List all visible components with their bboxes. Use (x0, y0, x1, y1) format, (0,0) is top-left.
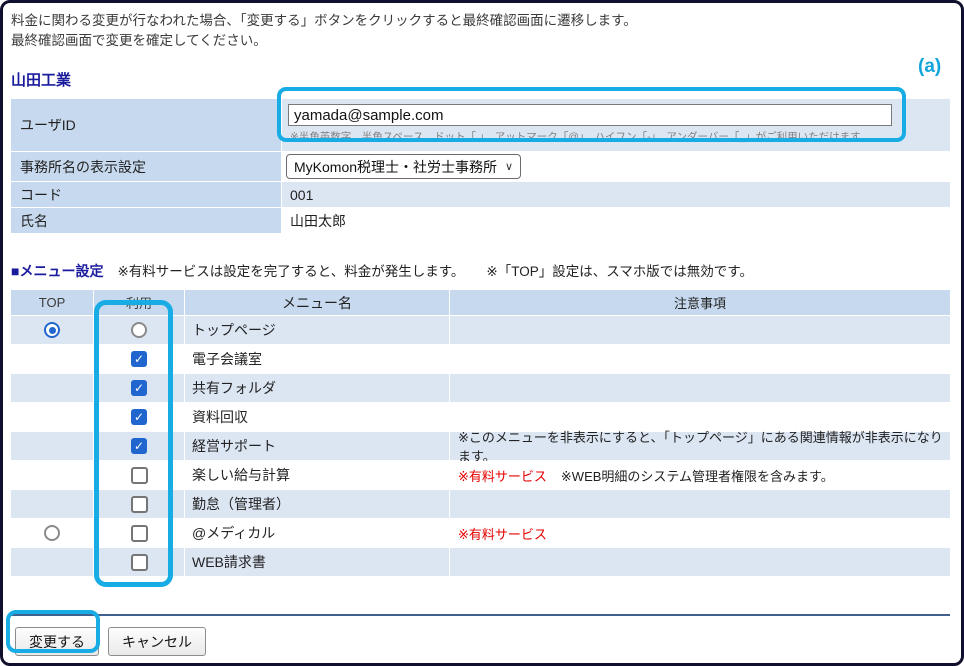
top-radio[interactable] (44, 322, 60, 338)
menu-name: トップページ (185, 316, 449, 344)
menu-note (450, 316, 950, 344)
company-name-heading: 山田工業 (11, 69, 950, 90)
paid-service-note: ※有料サービスは設定を完了すると、料金が発生します。 (117, 260, 464, 280)
instruction-line-1: 料金に関わる変更が行なわれた場合、「変更する」ボタンをクリックすると最終確認画面… (11, 11, 950, 31)
table-row: トップページ (11, 316, 950, 344)
use-checkbox[interactable] (131, 525, 148, 542)
menu-name: 共有フォルダ (185, 374, 449, 402)
menu-table: TOP 利用 メニュー名 注意事項 トップページ 電子会議室 共有フォルダ (11, 290, 950, 576)
button-row: 変更する キャンセル (11, 627, 950, 656)
top-setting-note: ※「TOP」設定は、スマホ版では無効です。 (486, 260, 753, 280)
office-display-value-cell: MyKomon税理士・社労士事務所 ∨ (282, 152, 950, 181)
use-checkbox[interactable] (131, 380, 147, 396)
menu-note (450, 548, 950, 576)
cancel-button[interactable]: キャンセル (108, 627, 206, 656)
menu-note (450, 345, 950, 373)
menu-name: WEB請求書 (185, 548, 449, 576)
chevron-down-icon: ∨ (505, 160, 513, 173)
userid-value-cell: ※半角英数字、半角スペース、ドット「.」、アットマーク「@」、ハイフン「-」、ア… (282, 99, 950, 151)
use-checkbox[interactable] (131, 554, 148, 571)
use-checkbox[interactable] (131, 496, 148, 513)
code-label: コード (11, 182, 281, 207)
menu-name: 経営サポート (185, 432, 449, 460)
menu-note (450, 490, 950, 518)
column-header-use: 利用 (94, 290, 184, 315)
menu-settings-header: ■メニュー設定 ※有料サービスは設定を完了すると、料金が発生します。 ※「TOP… (11, 260, 950, 281)
use-radio[interactable] (131, 322, 147, 338)
table-row: @メディカル ※有料サービス (11, 519, 950, 547)
use-checkbox[interactable] (131, 351, 147, 367)
column-header-top: TOP (11, 290, 93, 315)
userid-format-note: ※半角英数字、半角スペース、ドット「.」、アットマーク「@」、ハイフン「-」、ア… (290, 129, 870, 144)
menu-note (450, 374, 950, 402)
use-checkbox[interactable] (131, 467, 148, 484)
userid-label: ユーザID (11, 99, 281, 151)
office-display-label: 事務所名の表示設定 (11, 152, 281, 181)
menu-note: ※有料サービス (450, 519, 950, 547)
menu-name: 勤怠（管理者） (185, 490, 449, 518)
table-row: 電子会議室 (11, 345, 950, 373)
menu-note: ※このメニューを非表示にすると、「トップページ」にある関連情報が非表示になります… (450, 432, 950, 460)
office-name-select[interactable]: MyKomon税理士・社労士事務所 ∨ (286, 154, 521, 179)
page-instructions: 料金に関わる変更が行なわれた場合、「変更する」ボタンをクリックすると最終確認画面… (11, 9, 950, 51)
office-name-selected-option: MyKomon税理士・社労士事務所 (294, 157, 497, 177)
table-row: 氏名 山田太郎 (11, 208, 950, 233)
menu-table-header-row: TOP 利用 メニュー名 注意事項 (11, 290, 950, 315)
table-row: 共有フォルダ (11, 374, 950, 402)
use-checkbox[interactable] (131, 438, 147, 454)
instruction-line-2: 最終確認画面で変更を確定してください。 (11, 31, 950, 51)
table-row: 楽しい給与計算 ※有料サービス※WEB明細のシステム管理者権限を含みます。 (11, 461, 950, 489)
menu-name: 電子会議室 (185, 345, 449, 373)
table-row: WEB請求書 (11, 548, 950, 576)
table-row: 事務所名の表示設定 MyKomon税理士・社労士事務所 ∨ (11, 152, 950, 181)
table-row: 勤怠（管理者） (11, 490, 950, 518)
submit-button[interactable]: 変更する (15, 627, 99, 656)
user-settings-page: 料金に関わる変更が行なわれた場合、「変更する」ボタンをクリックすると最終確認画面… (0, 0, 964, 666)
menu-name: 資料回収 (185, 403, 449, 431)
column-header-notes: 注意事項 (450, 290, 950, 315)
top-radio[interactable] (44, 525, 60, 541)
menu-settings-title: ■メニュー設定 (11, 261, 103, 281)
table-row: コード 001 (11, 182, 950, 207)
userid-input[interactable] (288, 104, 892, 126)
code-value: 001 (282, 182, 950, 207)
table-row: 経営サポート ※このメニューを非表示にすると、「トップページ」にある関連情報が非… (11, 432, 950, 460)
menu-note: ※有料サービス※WEB明細のシステム管理者権限を含みます。 (450, 461, 950, 489)
column-header-menu-name: メニュー名 (185, 290, 449, 315)
menu-name: 楽しい給与計算 (185, 461, 449, 489)
menu-name: @メディカル (185, 519, 449, 547)
name-label: 氏名 (11, 208, 281, 233)
divider (11, 614, 950, 616)
table-row: ユーザID ※半角英数字、半角スペース、ドット「.」、アットマーク「@」、ハイフ… (11, 99, 950, 151)
name-value: 山田太郎 (282, 208, 950, 233)
use-checkbox[interactable] (131, 409, 147, 425)
profile-table: ユーザID ※半角英数字、半角スペース、ドット「.」、アットマーク「@」、ハイフ… (11, 99, 950, 233)
